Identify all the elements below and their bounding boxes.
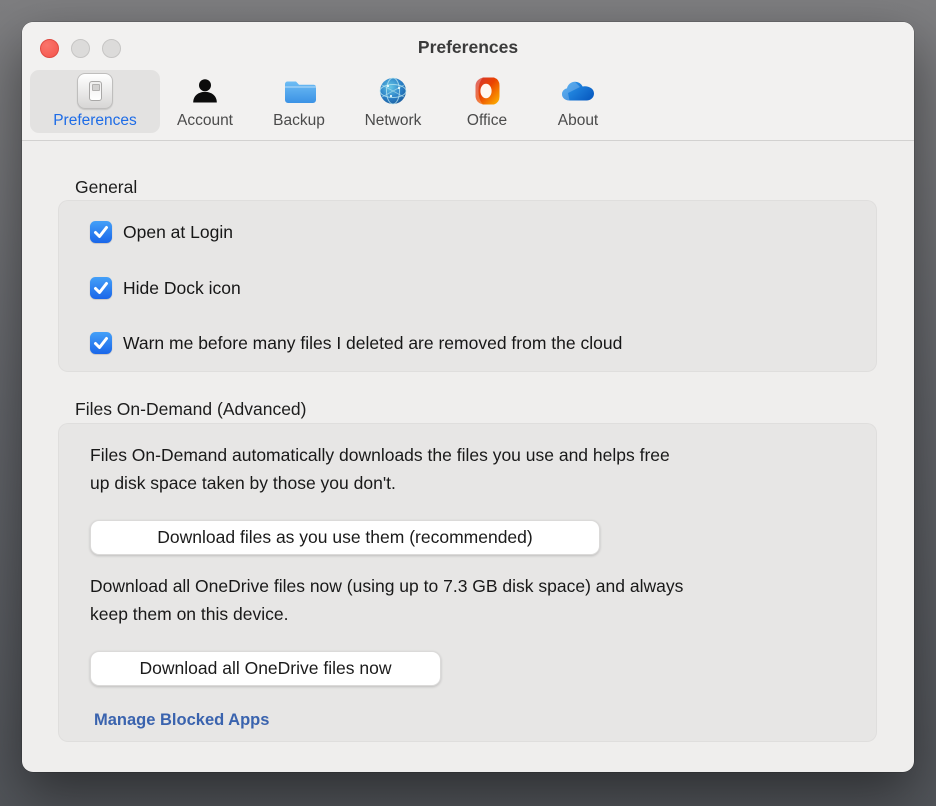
description-line-1: Files On-Demand automatically downloads … xyxy=(90,445,670,465)
tab-preferences-label: Preferences xyxy=(53,112,137,129)
download-as-used-button[interactable]: Download files as you use them (recommen… xyxy=(90,520,600,555)
tab-backup-label: Backup xyxy=(273,112,325,129)
warn-delete-row[interactable]: Warn me before many files I deleted are … xyxy=(90,332,622,354)
download-all-button[interactable]: Download all OneDrive files now xyxy=(90,651,441,686)
onedrive-cloud-icon xyxy=(560,70,596,112)
download-all-line-1: Download all OneDrive files now (using u… xyxy=(90,576,684,596)
download-all-description: Download all OneDrive files now (using u… xyxy=(90,573,683,628)
tab-account[interactable]: Account xyxy=(165,70,245,133)
tab-backup[interactable]: Backup xyxy=(259,70,339,133)
preferences-window: Preferences Preferences Account Backup N… xyxy=(22,22,914,772)
hide-dock-icon-checkbox[interactable] xyxy=(90,277,112,299)
warn-delete-label: Warn me before many files I deleted are … xyxy=(123,332,623,353)
tab-office[interactable]: Office xyxy=(447,70,527,133)
person-icon xyxy=(190,70,220,112)
hide-dock-icon-row[interactable]: Hide Dock icon xyxy=(90,277,241,299)
tab-network[interactable]: Network xyxy=(343,70,443,133)
tab-office-label: Office xyxy=(466,112,508,129)
general-heading: General xyxy=(75,177,138,197)
files-on-demand-groupbox: Files On-Demand automatically downloads … xyxy=(58,423,877,742)
globe-icon xyxy=(378,70,408,112)
open-at-login-label: Open at Login xyxy=(123,221,233,242)
download-all-line-2: keep them on this device. xyxy=(90,603,289,624)
tab-network-label: Network xyxy=(364,112,422,129)
warn-delete-checkbox[interactable] xyxy=(90,332,112,354)
description-line-2: up disk space taken by those you don't. xyxy=(90,472,396,493)
preferences-switch-icon xyxy=(77,70,113,112)
hide-dock-icon-label: Hide Dock icon xyxy=(123,277,241,298)
tab-account-label: Account xyxy=(176,112,233,129)
open-at-login-row[interactable]: Open at Login xyxy=(90,221,233,243)
folder-icon xyxy=(283,70,316,112)
open-at-login-checkbox[interactable] xyxy=(90,221,112,243)
titlebar-toolbar: Preferences Preferences Account Backup N… xyxy=(22,22,914,141)
general-groupbox: Open at Login Hide Dock icon Warn me bef… xyxy=(58,200,877,372)
manage-blocked-apps-link[interactable]: Manage Blocked Apps xyxy=(94,711,269,730)
files-on-demand-description: Files On-Demand automatically downloads … xyxy=(90,442,670,497)
tab-about[interactable]: About xyxy=(538,70,618,133)
tab-preferences[interactable]: Preferences xyxy=(30,70,160,133)
files-on-demand-heading: Files On-Demand (Advanced) xyxy=(75,399,307,419)
office-icon xyxy=(474,70,501,112)
window-title: Preferences xyxy=(417,37,519,57)
tab-about-label: About xyxy=(557,112,599,129)
